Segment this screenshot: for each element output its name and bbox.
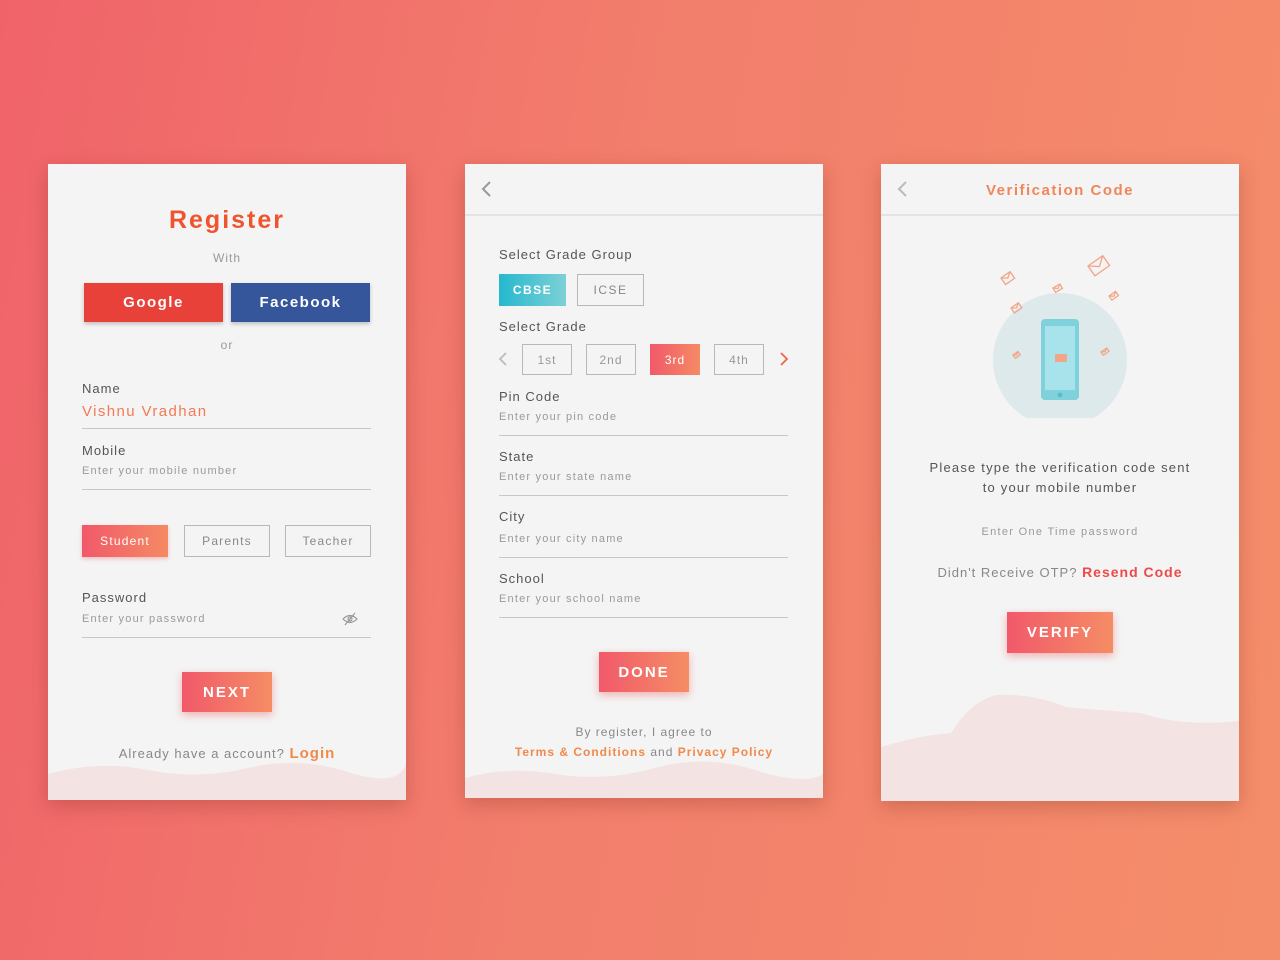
state-underline — [499, 495, 788, 496]
done-button[interactable]: DONE — [599, 652, 689, 692]
or-label: or — [220, 338, 234, 352]
grade-label: Select Grade — [499, 319, 587, 334]
verification-title: Verification Code — [985, 182, 1135, 199]
with-label: With — [213, 251, 241, 265]
cbse-button[interactable]: CBSE — [499, 274, 566, 306]
bottom-wave-decoration — [881, 694, 1239, 801]
grade-group-label: Select Grade Group — [499, 247, 633, 262]
role-teacher-chip[interactable]: Teacher — [285, 525, 371, 557]
phone-illustration — [993, 254, 1127, 418]
resend-code-link[interactable]: Resend Code — [1082, 564, 1182, 580]
school-label: School — [499, 571, 545, 586]
otp-field[interactable]: Enter One Time password — [881, 526, 1239, 538]
name-label: Name — [82, 381, 121, 396]
resend-prompt: Didn't Receive OTP? — [937, 565, 1078, 580]
pin-code-field[interactable]: Enter your pin code — [499, 411, 617, 423]
back-arrow-icon[interactable] — [479, 179, 495, 199]
pin-code-underline — [499, 435, 788, 436]
details-screen: Select Grade Group CBSE ICSE Select Grad… — [465, 164, 823, 798]
eye-off-icon[interactable] — [342, 612, 358, 626]
role-student-chip[interactable]: Student — [82, 525, 168, 557]
state-field[interactable]: Enter your state name — [499, 471, 632, 483]
agree-text: By register, I agree to — [575, 725, 713, 739]
details-app-bar — [465, 164, 823, 216]
chevron-right-icon[interactable] — [778, 351, 790, 367]
resend-row: Didn't Receive OTP? Resend Code — [881, 564, 1239, 580]
next-button[interactable]: NEXT — [182, 672, 272, 712]
verification-message-line1: Please type the verification code sent — [929, 460, 1191, 475]
role-parents-chip[interactable]: Parents — [184, 525, 270, 557]
grade-4th-chip[interactable]: 4th — [714, 344, 764, 375]
state-label: State — [499, 449, 535, 464]
grade-3rd-chip[interactable]: 3rd — [650, 344, 700, 375]
verify-button[interactable]: VERIFY — [1007, 612, 1113, 653]
mobile-underline — [82, 489, 371, 490]
school-underline — [499, 617, 788, 618]
pin-code-label: Pin Code — [499, 389, 561, 404]
bottom-wave-decoration — [48, 762, 406, 800]
icse-button[interactable]: ICSE — [577, 274, 644, 306]
mobile-field[interactable]: Enter your mobile number — [82, 465, 237, 477]
register-title: Register — [168, 206, 286, 234]
name-underline — [82, 428, 371, 429]
grade-1st-chip[interactable]: 1st — [522, 344, 572, 375]
bottom-wave-decoration — [465, 761, 823, 798]
chevron-left-icon[interactable] — [497, 351, 509, 367]
city-label: City — [499, 509, 526, 524]
city-underline — [499, 557, 788, 558]
name-field[interactable]: Vishnu Vradhan — [82, 403, 208, 420]
mobile-label: Mobile — [82, 443, 127, 458]
password-label: Password — [82, 590, 148, 605]
password-field[interactable]: Enter your password — [82, 613, 206, 625]
grade-2nd-chip[interactable]: 2nd — [586, 344, 636, 375]
school-field[interactable]: Enter your school name — [499, 593, 642, 605]
verification-message-line2: to your mobile number — [982, 480, 1138, 495]
verify-screen: Verification Code Please type the verifi… — [881, 164, 1239, 801]
google-button[interactable]: Google — [84, 283, 223, 322]
password-underline — [82, 637, 371, 638]
register-screen: Register With Google Facebook or Name Vi… — [48, 164, 406, 800]
facebook-button[interactable]: Facebook — [231, 283, 370, 322]
city-field[interactable]: Enter your city name — [499, 533, 624, 545]
